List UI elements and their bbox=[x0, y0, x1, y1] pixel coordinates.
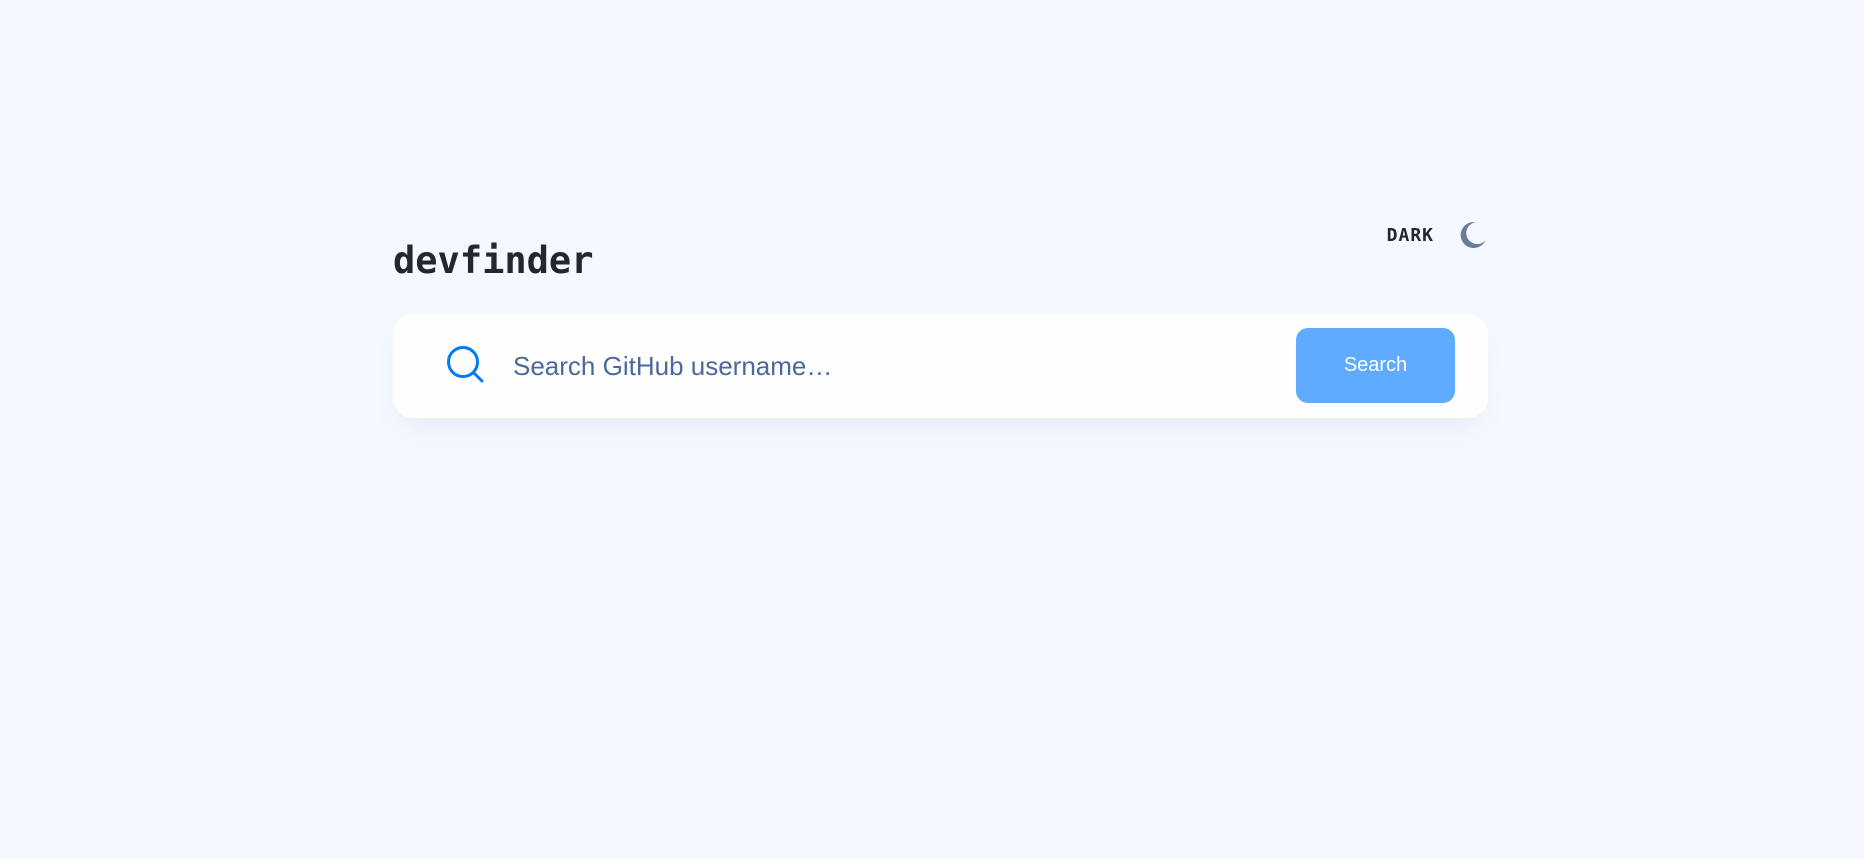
app-logo: devfinder bbox=[393, 238, 594, 282]
app-container: devfinder DARK Search bbox=[393, 0, 1488, 859]
search-icon bbox=[447, 346, 484, 383]
moon-icon bbox=[1460, 222, 1486, 249]
theme-toggle-label: DARK bbox=[1386, 224, 1434, 246]
theme-toggle-button[interactable]: DARK bbox=[1387, 215, 1488, 255]
search-button[interactable]: Search bbox=[1296, 328, 1455, 403]
search-bar: Search bbox=[393, 314, 1488, 418]
search-input[interactable] bbox=[513, 342, 1253, 390]
header: devfinder DARK bbox=[393, 210, 1488, 282]
